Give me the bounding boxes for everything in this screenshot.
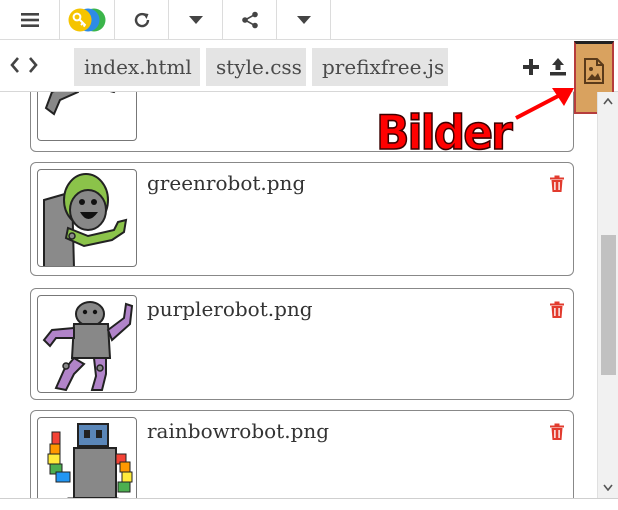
tab-index-html[interactable]: index.html (74, 48, 200, 86)
chevron-right-icon[interactable] (27, 56, 39, 74)
tab-navigation (9, 56, 39, 74)
run-options-dropdown[interactable] (169, 0, 223, 40)
share-button[interactable] (223, 0, 277, 40)
list-item: rainbowrobot.png (30, 410, 574, 498)
scroll-up-icon[interactable] (603, 98, 613, 105)
upload-icon[interactable] (548, 57, 568, 77)
image-file-icon (584, 58, 604, 84)
chevron-down-icon (188, 15, 203, 24)
plus-icon[interactable] (522, 58, 540, 76)
refresh-icon (134, 12, 149, 27)
file-name: rainbowrobot.png (147, 419, 330, 443)
trash-icon[interactable] (549, 175, 565, 193)
scrollbar-thumb[interactable] (601, 235, 616, 375)
file-name: greenrobot.png (147, 171, 306, 195)
file-name: purplerobot.png (147, 297, 313, 321)
share-icon (241, 11, 258, 28)
annotation-label: Bilder (375, 105, 513, 161)
tab-style-css[interactable]: style.css (206, 48, 306, 86)
refresh-button[interactable] (115, 0, 169, 40)
scroll-down-icon[interactable] (603, 484, 613, 491)
rainbowrobot-thumbnail (37, 417, 137, 498)
bottom-divider (0, 498, 618, 499)
menu-button[interactable] (0, 0, 60, 40)
tab-prefixfree-js[interactable]: prefixfree.js (312, 48, 448, 86)
list-item: purplerobot.png (30, 288, 574, 400)
chevron-down-icon (296, 15, 311, 24)
list-item: greenrobot.png (30, 162, 574, 276)
project-button[interactable] (60, 0, 115, 40)
share-options-dropdown[interactable] (277, 0, 331, 40)
purplerobot-thumbnail (37, 295, 137, 393)
key-icon (68, 8, 106, 31)
vertical-scrollbar[interactable] (597, 92, 618, 498)
trash-icon[interactable] (549, 301, 565, 319)
trash-icon[interactable] (549, 423, 565, 441)
chevron-left-icon[interactable] (9, 56, 21, 74)
hamburger-menu-icon (20, 12, 39, 27)
asset-list: greenrobot.png purplerobot.png rainbowro… (0, 92, 618, 498)
top-toolbar (0, 0, 618, 40)
robot-thumbnail (37, 92, 137, 141)
greenrobot-thumbnail (37, 169, 137, 267)
toolbar-spacer (331, 0, 618, 40)
annotation-arrow-icon (515, 88, 574, 120)
